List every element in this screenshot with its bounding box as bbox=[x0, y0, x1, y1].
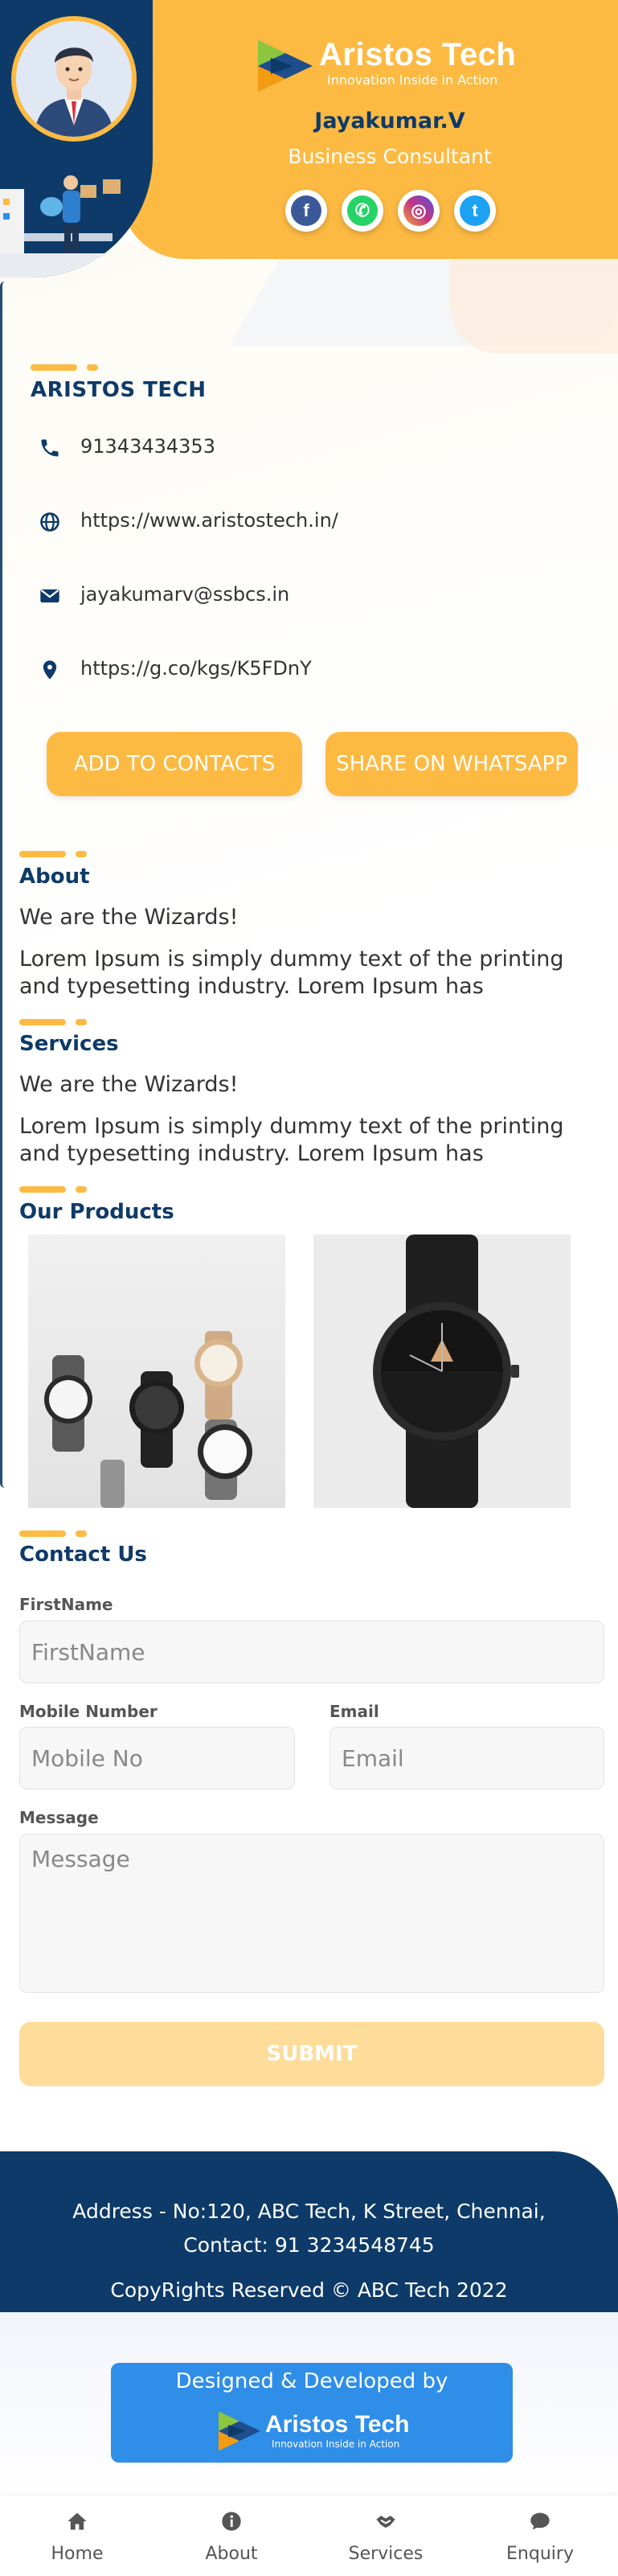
website-row[interactable]: https://www.aristostech.in/ bbox=[39, 504, 561, 536]
businessman-avatar-icon bbox=[16, 21, 132, 137]
mobile-number-input[interactable] bbox=[19, 1727, 295, 1789]
website-text: https://www.aristostech.in/ bbox=[80, 509, 338, 532]
nav-about-label: About bbox=[205, 2544, 258, 2564]
person-role: Business Consultant bbox=[288, 145, 492, 168]
services-body: Lorem Ipsum is simply dummy text of the … bbox=[19, 1114, 564, 1166]
credit-brand-name: Aristos Tech bbox=[265, 2411, 410, 2438]
services-title: Services bbox=[19, 1032, 119, 1056]
chat-icon bbox=[530, 2512, 550, 2530]
twitter-icon: t bbox=[460, 195, 490, 226]
whatsapp-icon: ✆ bbox=[347, 195, 378, 226]
nav-services-label: Services bbox=[348, 2544, 424, 2564]
nav-enquiry-label: Enquiry bbox=[506, 2544, 574, 2564]
aristos-logo-icon bbox=[258, 40, 313, 92]
add-to-contacts-button[interactable]: ADD TO CONTACTS bbox=[47, 732, 302, 796]
home-icon bbox=[68, 2512, 87, 2530]
whatsapp-button[interactable]: ✆ bbox=[342, 190, 383, 232]
products-title: Our Products bbox=[19, 1200, 174, 1224]
black-watch-photo bbox=[313, 1235, 571, 1508]
location-text: https://g.co/kgs/K5FDnY bbox=[80, 657, 312, 680]
twitter-button[interactable]: t bbox=[454, 190, 496, 232]
phone-text: 91343434353 bbox=[80, 435, 215, 458]
brand-logo: Aristos Tech Innovation Inside in Action bbox=[253, 34, 526, 97]
email-label: Email bbox=[329, 1702, 379, 1721]
email-input[interactable] bbox=[329, 1727, 604, 1789]
developer-credit-card[interactable]: Designed & Developed by Aristos Tech Inn… bbox=[111, 2363, 513, 2463]
services-tagline: We are the Wizards! bbox=[19, 1072, 239, 1097]
footer-address: Address - No:120, ABC Tech, K Street, Ch… bbox=[72, 2200, 546, 2223]
mobile-number-label: Mobile Number bbox=[19, 1702, 158, 1721]
product-image-watches[interactable] bbox=[28, 1235, 285, 1508]
watches-photo bbox=[28, 1235, 285, 1508]
nav-home-label: Home bbox=[51, 2544, 104, 2564]
company-name: ARISTOS TECH bbox=[31, 378, 207, 402]
about-body: Lorem Ipsum is simply dummy text of the … bbox=[19, 947, 564, 999]
page: Aristos Tech Innovation Inside in Action… bbox=[0, 0, 618, 2576]
nav-about[interactable]: About bbox=[154, 2496, 309, 2576]
message-label: Message bbox=[19, 1808, 99, 1827]
contact-us-title: Contact Us bbox=[19, 1543, 147, 1567]
message-textarea[interactable] bbox=[19, 1834, 604, 1993]
social-links: f ✆ ◎ t bbox=[285, 190, 496, 232]
avatar bbox=[11, 16, 137, 142]
footer-copyright: CopyRights Reserved © ABC Tech 2022 bbox=[110, 2278, 508, 2302]
person-name: Jayakumar.V bbox=[314, 109, 465, 134]
firstname-label: FirstName bbox=[19, 1595, 113, 1614]
instagram-button[interactable]: ◎ bbox=[398, 190, 440, 232]
email-row[interactable]: jayakumarv@ssbcs.in bbox=[39, 578, 561, 610]
location-row[interactable]: https://g.co/kgs/K5FDnY bbox=[39, 652, 561, 684]
location-pin-icon bbox=[43, 660, 57, 680]
share-on-whatsapp-button[interactable]: SHARE ON WHATSAPP bbox=[325, 732, 578, 796]
firstname-input[interactable] bbox=[19, 1621, 604, 1683]
credit-brand-tagline: Innovation Inside in Action bbox=[272, 2438, 400, 2450]
office-illustration bbox=[0, 175, 145, 277]
nav-enquiry[interactable]: Enquiry bbox=[463, 2496, 617, 2576]
mail-icon bbox=[40, 589, 59, 603]
nav-home[interactable]: Home bbox=[0, 2496, 154, 2576]
left-border-line bbox=[0, 281, 5, 1488]
phone-row[interactable]: 91343434353 bbox=[39, 430, 561, 462]
profile-header: Aristos Tech Innovation Inside in Action… bbox=[0, 0, 618, 277]
about-title: About bbox=[19, 865, 90, 889]
credit-logo-icon bbox=[218, 2411, 261, 2451]
bottom-navigation: Home About Services Enquiry bbox=[0, 2496, 618, 2576]
brand-name: Aristos Tech bbox=[319, 37, 517, 72]
product-image-black-watch[interactable] bbox=[313, 1235, 571, 1508]
about-tagline: We are the Wizards! bbox=[19, 905, 239, 930]
footer-contact: Contact: 91 3234548745 bbox=[183, 2233, 435, 2257]
info-icon bbox=[222, 2512, 241, 2531]
email-text: jayakumarv@ssbcs.in bbox=[80, 583, 290, 606]
submit-button[interactable]: SUBMIT bbox=[19, 2022, 604, 2086]
handshake-icon bbox=[376, 2516, 395, 2529]
footer: Address - No:120, ABC Tech, K Street, Ch… bbox=[0, 2151, 618, 2312]
nav-services[interactable]: Services bbox=[309, 2496, 463, 2576]
brand-tagline: Innovation Inside in Action bbox=[327, 72, 498, 88]
phone-icon bbox=[41, 439, 59, 457]
facebook-icon: f bbox=[291, 195, 321, 226]
facebook-button[interactable]: f bbox=[285, 190, 327, 232]
globe-icon bbox=[40, 512, 59, 532]
credit-text: Designed & Developed by bbox=[175, 2369, 448, 2393]
instagram-icon: ◎ bbox=[403, 195, 434, 226]
